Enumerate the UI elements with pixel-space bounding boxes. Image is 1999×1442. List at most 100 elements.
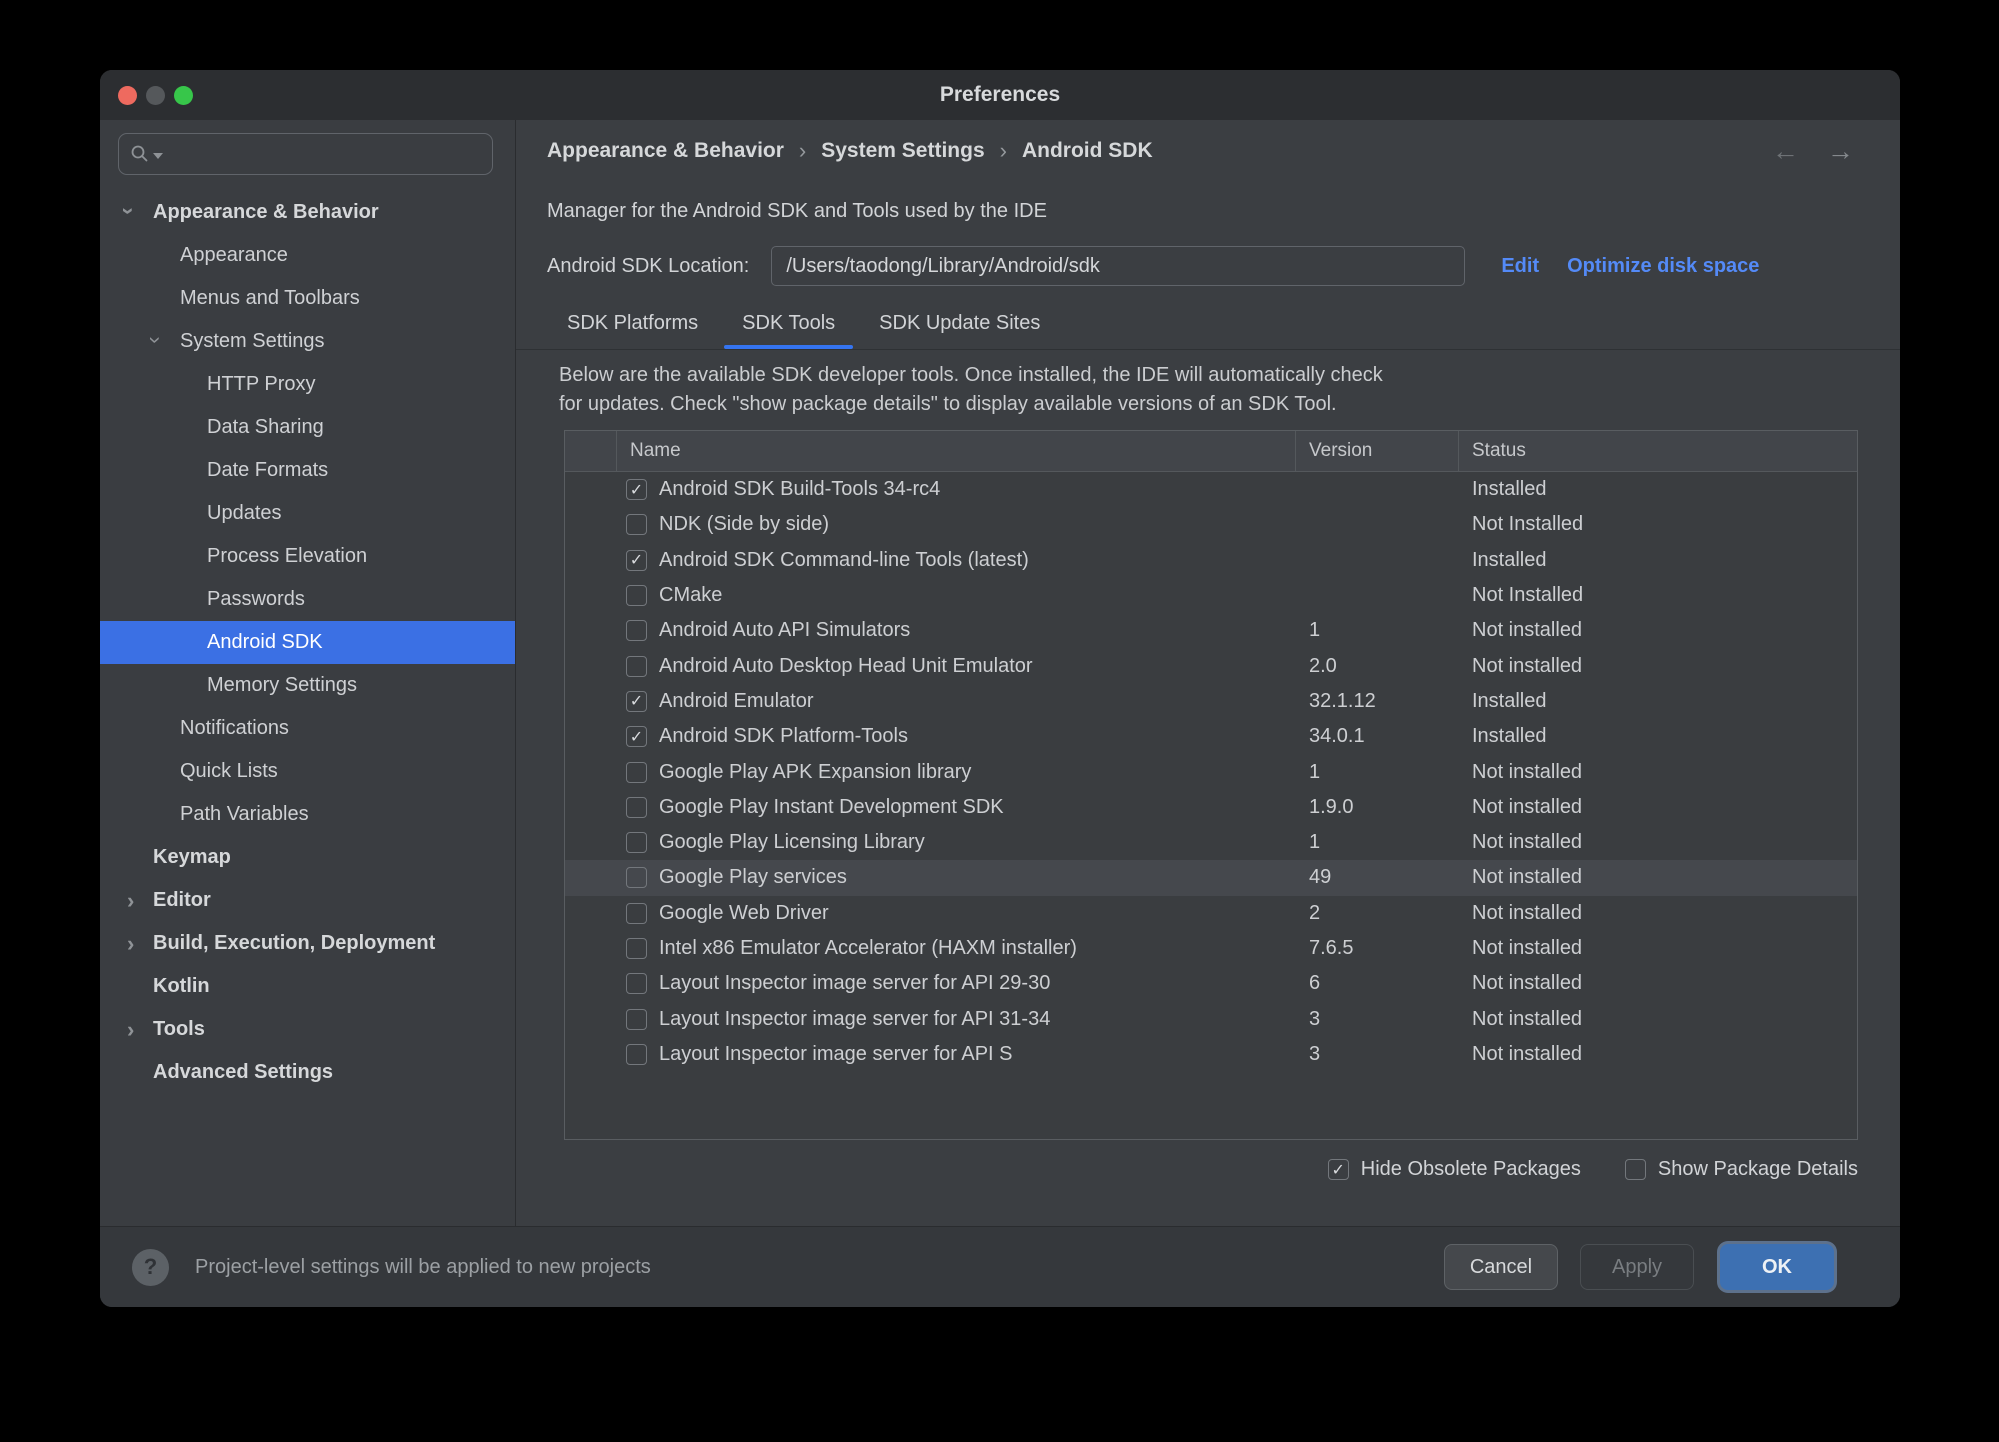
table-row-cmake[interactable]: CMake Not Installed [565, 578, 1857, 613]
table-row-layout-inspector-image-server-for-api-31-34[interactable]: Layout Inspector image server for API 31… [565, 1001, 1857, 1036]
sidebar-item-path-variables[interactable]: Path Variables [100, 793, 515, 836]
package-checkbox[interactable] [626, 832, 647, 854]
preferences-window: Preferences Appearance & Behavior Appear… [100, 70, 1900, 1307]
package-status: Not Installed [1472, 513, 1584, 536]
package-checkbox[interactable] [626, 585, 647, 607]
sidebar-item-updates[interactable]: Updates [100, 492, 515, 535]
package-checkbox[interactable] [626, 973, 647, 995]
sidebar-item-label: Tools [153, 1018, 205, 1040]
package-checkbox[interactable] [626, 726, 647, 748]
table-row-google-play-apk-expansion-library[interactable]: Google Play APK Expansion library 1 Not … [565, 754, 1857, 789]
apply-button[interactable]: Apply [1580, 1244, 1694, 1290]
tree-chevron-icon[interactable] [127, 933, 153, 955]
sidebar-item-data-sharing[interactable]: Data Sharing [100, 406, 515, 449]
sidebar-search-box[interactable] [118, 133, 493, 175]
package-checkbox[interactable] [626, 1043, 647, 1065]
cancel-button[interactable]: Cancel [1444, 1244, 1558, 1290]
close-window-button[interactable] [118, 85, 137, 105]
optimize-disk-space-link[interactable]: Optimize disk space [1567, 255, 1759, 278]
package-checkbox[interactable] [626, 514, 647, 536]
show-details-option[interactable]: Show Package Details [1624, 1158, 1858, 1181]
tab-sdk-update-sites[interactable]: SDK Update Sites [861, 302, 1058, 349]
column-header-name[interactable]: Name [617, 431, 1296, 471]
breadcrumb-item-appearance-behavior[interactable]: Appearance & Behavior [547, 139, 784, 163]
table-row-layout-inspector-image-server-for-api-29-30[interactable]: Layout Inspector image server for API 29… [565, 966, 1857, 1001]
table-row-android-sdk-build-tools-34-rc4[interactable]: Android SDK Build-Tools 34-rc4 Installed [565, 472, 1857, 507]
search-history-chevron-icon[interactable] [153, 153, 163, 159]
package-checkbox[interactable] [626, 902, 647, 924]
sidebar-item-advanced-settings[interactable]: Advanced Settings [100, 1051, 515, 1094]
package-checkbox[interactable] [626, 620, 647, 642]
package-status: Installed [1472, 548, 1547, 571]
column-header-status[interactable]: Status [1459, 431, 1857, 471]
table-row-layout-inspector-image-server-for-api-s[interactable]: Layout Inspector image server for API S … [565, 1037, 1857, 1072]
package-checkbox[interactable] [626, 796, 647, 818]
breadcrumb-item-android-sdk[interactable]: Android SDK [1022, 139, 1153, 163]
settings-sidebar: Appearance & Behavior Appearance Menus a… [100, 120, 516, 1226]
hide-obsolete-option[interactable]: Hide Obsolete Packages [1327, 1158, 1581, 1181]
sidebar-item-appearance-behavior[interactable]: Appearance & Behavior [100, 191, 515, 234]
sidebar-item-android-sdk[interactable]: Android SDK [100, 621, 515, 664]
package-name: Android Emulator [659, 689, 814, 712]
tree-chevron-icon[interactable] [154, 331, 180, 353]
help-icon[interactable]: ? [132, 1248, 169, 1286]
package-checkbox[interactable] [626, 549, 647, 571]
table-row-google-web-driver[interactable]: Google Web Driver 2 Not installed [565, 896, 1857, 931]
tab-label: SDK Tools [742, 312, 836, 334]
sidebar-item-memory-settings[interactable]: Memory Settings [100, 664, 515, 707]
tree-chevron-icon[interactable] [127, 890, 153, 912]
package-checkbox[interactable] [626, 655, 647, 677]
sidebar-item-keymap[interactable]: Keymap [100, 836, 515, 879]
sidebar-item-kotlin[interactable]: Kotlin [100, 965, 515, 1008]
breadcrumb-item-system-settings[interactable]: System Settings [821, 139, 984, 163]
tree-chevron-icon[interactable] [127, 202, 153, 224]
sidebar-item-quick-lists[interactable]: Quick Lists [100, 750, 515, 793]
sidebar-item-notifications[interactable]: Notifications [100, 707, 515, 750]
table-header: Name Version Status [565, 431, 1857, 472]
table-row-ndk-side-by-side[interactable]: NDK (Side by side) Not Installed [565, 507, 1857, 542]
table-row-google-play-instant-development-sdk[interactable]: Google Play Instant Development SDK 1.9.… [565, 790, 1857, 825]
sidebar-item-editor[interactable]: Editor [100, 879, 515, 922]
back-arrow-icon[interactable]: ← [1772, 136, 1799, 167]
table-row-android-emulator[interactable]: Android Emulator 32.1.12 Installed [565, 684, 1857, 719]
sidebar-item-system-settings[interactable]: System Settings [100, 320, 515, 363]
package-checkbox[interactable] [626, 938, 647, 959]
sidebar-item-passwords[interactable]: Passwords [100, 578, 515, 621]
table-row-google-play-services[interactable]: Google Play services 49 Not installed [565, 860, 1857, 896]
sidebar-item-http-proxy[interactable]: HTTP Proxy [100, 363, 515, 406]
sdk-location-label: Android SDK Location: [547, 254, 750, 277]
table-row-google-play-licensing-library[interactable]: Google Play Licensing Library 1 Not inst… [565, 825, 1857, 860]
table-row-android-sdk-command-line-tools-latest[interactable]: Android SDK Command-line Tools (latest) … [565, 543, 1857, 578]
package-status: Not installed [1472, 901, 1583, 924]
search-input[interactable] [167, 142, 482, 166]
edit-link[interactable]: Edit [1501, 255, 1539, 278]
tab-sdk-platforms[interactable]: SDK Platforms [549, 302, 716, 349]
tab-sdk-tools[interactable]: SDK Tools [724, 302, 854, 349]
sdk-location-field[interactable] [771, 246, 1466, 286]
package-checkbox[interactable] [626, 1008, 647, 1030]
sidebar-item-date-formats[interactable]: Date Formats [100, 449, 515, 492]
package-checkbox[interactable] [626, 867, 647, 889]
table-row-android-sdk-platform-tools[interactable]: Android SDK Platform-Tools 34.0.1 Instal… [565, 719, 1857, 754]
ok-button[interactable]: OK [1720, 1244, 1834, 1290]
package-checkbox[interactable] [626, 479, 647, 501]
sidebar-item-tools[interactable]: Tools [100, 1008, 515, 1051]
package-checkbox[interactable] [626, 761, 647, 783]
minimize-window-button[interactable] [146, 85, 165, 105]
breadcrumb-separator: › [798, 138, 807, 163]
sidebar-item-build-execution-deployment[interactable]: Build, Execution, Deployment [100, 922, 515, 965]
column-header-version[interactable]: Version [1296, 431, 1459, 471]
forward-arrow-icon[interactable]: → [1827, 136, 1854, 167]
zoom-window-button[interactable] [174, 85, 193, 105]
table-row-intel-x86-emulator-accelerator-haxm-installer[interactable]: Intel x86 Emulator Accelerator (HAXM ins… [565, 931, 1857, 966]
tree-chevron-icon[interactable] [127, 1019, 153, 1041]
sidebar-item-process-elevation[interactable]: Process Elevation [100, 535, 515, 578]
show-package-details-checkbox[interactable] [1624, 1159, 1646, 1180]
sidebar-item-appearance[interactable]: Appearance [100, 234, 515, 277]
table-row-android-auto-desktop-head-unit-emulator[interactable]: Android Auto Desktop Head Unit Emulator … [565, 648, 1857, 683]
table-row-android-auto-api-simulators[interactable]: Android Auto API Simulators 1 Not instal… [565, 613, 1857, 648]
hide-obsolete-checkbox[interactable] [1327, 1159, 1349, 1180]
show-details-label: Show Package Details [1657, 1158, 1858, 1180]
sidebar-item-menus-and-toolbars[interactable]: Menus and Toolbars [100, 277, 515, 320]
package-checkbox[interactable] [626, 690, 647, 712]
